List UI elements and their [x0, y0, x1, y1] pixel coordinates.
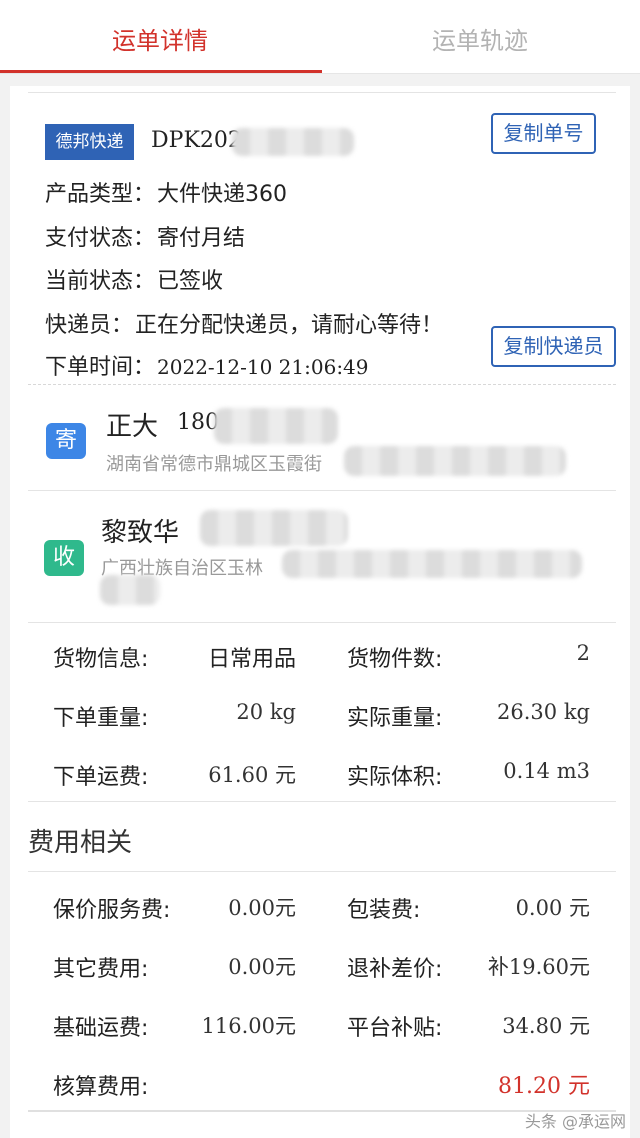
current-status-label: 当前状态：	[45, 269, 156, 294]
order-weight-value: 20 kg	[236, 700, 296, 724]
product-type-value: 大件快递360	[157, 182, 288, 207]
tab-waybill-detail[interactable]: 运单详情	[0, 0, 320, 74]
redacted-receiver-address	[282, 550, 582, 578]
redacted-sender-address	[344, 446, 566, 476]
order-fee-value: 61.60 元	[208, 763, 296, 787]
actual-volume-label: 实际体积:	[347, 765, 443, 790]
actual-weight-label: 实际重量:	[347, 706, 443, 731]
settled-fee-label: 核算费用:	[53, 1075, 149, 1100]
other-fee-value: 0.00元	[228, 955, 296, 979]
carrier-badge: 德邦快递	[45, 124, 134, 160]
goods-info-value: 日常用品	[207, 647, 296, 672]
current-status-value: 已签收	[157, 269, 224, 294]
watermark: 头条 @承运网	[524, 1112, 626, 1131]
tab-bar: 运单详情 运单轨迹	[0, 0, 640, 74]
packaging-fee-label: 包装费:	[347, 898, 421, 923]
refund-diff-label: 退补差价:	[347, 957, 443, 982]
order-time-row: 下单时间： 2022-12-10 21:06:49	[45, 349, 369, 381]
other-fee-label: 其它费用:	[53, 957, 149, 982]
actual-weight-value: 26.30 kg	[497, 700, 590, 724]
receiver-icon: 收	[44, 540, 84, 576]
base-fee-value: 116.00元	[201, 1014, 296, 1038]
top-divider	[28, 92, 616, 93]
order-fee-label: 下单运费:	[53, 765, 149, 790]
product-type-label: 产品类型：	[45, 182, 156, 207]
goods-info-label: 货物信息:	[53, 647, 149, 672]
redacted-receiver-address-2	[100, 575, 160, 605]
fees-section-title: 费用相关	[28, 828, 133, 858]
courier-value: 正在分配快递员，请耐心等待！	[135, 313, 444, 338]
product-type-row: 产品类型：大件快递360	[45, 176, 287, 208]
courier-row: 快递员：正在分配快递员，请耐心等待！	[45, 307, 443, 339]
active-tab-indicator	[0, 70, 322, 73]
refund-diff-value: 补19.60元	[487, 955, 590, 979]
cargo-divider	[28, 622, 616, 623]
fees-top-divider	[28, 801, 616, 802]
redacted-sender-phone	[214, 408, 338, 444]
sender-phone: 180	[177, 410, 219, 435]
receiver-name: 黎致华	[101, 518, 180, 548]
tab-waybill-track[interactable]: 运单轨迹	[320, 0, 640, 74]
person-divider	[28, 490, 616, 491]
sender-icon: 寄	[46, 423, 86, 459]
current-status-row: 当前状态：已签收	[45, 263, 223, 295]
piece-count-value: 2	[576, 641, 590, 665]
redacted-number	[232, 128, 354, 156]
copy-courier-button[interactable]: 复制快递员	[491, 326, 616, 367]
dashed-divider	[28, 384, 616, 385]
copy-number-button[interactable]: 复制单号	[491, 113, 596, 154]
insurance-fee-value: 0.00元	[228, 896, 296, 920]
order-time-label: 下单时间：	[45, 355, 156, 380]
order-weight-label: 下单重量:	[53, 706, 149, 731]
base-fee-label: 基础运费:	[53, 1016, 149, 1041]
piece-count-label: 货物件数:	[347, 647, 443, 672]
waybill-number: DPK202	[151, 128, 242, 153]
courier-label: 快递员：	[45, 313, 134, 338]
settled-fee-value: 81.20 元	[498, 1074, 590, 1099]
payment-status-label: 支付状态：	[45, 226, 156, 251]
order-time-value: 2022-12-10 21:06:49	[157, 355, 369, 379]
sender-name: 正大	[106, 412, 159, 442]
packaging-fee-value: 0.00 元	[515, 896, 590, 920]
sender-address: 湖南省常德市鼎城区玉霞街	[106, 454, 322, 475]
actual-volume-value: 0.14 m3	[503, 759, 590, 783]
redacted-receiver-phone	[200, 510, 348, 546]
payment-status-value: 寄付月结	[157, 226, 246, 251]
platform-subsidy-label: 平台补贴:	[347, 1016, 443, 1041]
payment-status-row: 支付状态：寄付月结	[45, 220, 245, 252]
insurance-fee-label: 保价服务费:	[53, 898, 171, 923]
platform-subsidy-value: 34.80 元	[502, 1014, 590, 1038]
fees-title-divider	[28, 871, 616, 872]
